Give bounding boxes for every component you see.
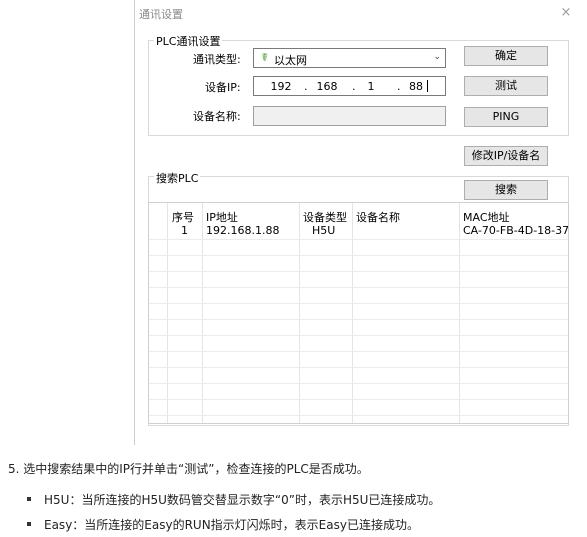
cell-ip[interactable]: 192.168.1.88 xyxy=(206,224,279,237)
row-divider xyxy=(149,255,568,256)
row-divider xyxy=(149,287,568,288)
plc-settings-group-label: PLC通讯设置 xyxy=(154,33,223,49)
ip-dot: . xyxy=(397,80,401,93)
bullet-marker xyxy=(27,522,31,526)
row-divider xyxy=(149,415,568,416)
bullet-marker xyxy=(27,497,31,501)
device-name-field[interactable] xyxy=(253,106,446,126)
row-divider xyxy=(149,319,568,320)
row-divider xyxy=(149,367,568,368)
ip-octet-4[interactable]: 88 xyxy=(402,80,430,93)
search-button[interactable]: 搜索 xyxy=(464,180,548,200)
column-divider xyxy=(352,203,353,423)
search-results-table[interactable]: 序号 IP地址 设备类型 设备名称 MAC地址 1 192.168.1.88 H… xyxy=(148,202,569,424)
column-divider xyxy=(459,203,460,423)
ip-octet-2[interactable]: 168 xyxy=(313,80,341,93)
cell-mac[interactable]: CA-70-FB-4D-18-37 xyxy=(463,224,568,237)
column-divider xyxy=(202,203,203,423)
row-divider xyxy=(149,399,568,400)
row-divider xyxy=(149,271,568,272)
ip-dot: . xyxy=(304,80,308,93)
dialog-titlebar[interactable]: 通讯设置 × xyxy=(135,0,582,28)
column-header-device-name[interactable]: 设备名称 xyxy=(356,209,400,225)
test-button[interactable]: 测试 xyxy=(464,76,548,96)
cell-device-type[interactable]: H5U xyxy=(312,224,335,237)
device-ip-field[interactable]: 192 . 168 . 1 . 88 xyxy=(253,76,446,96)
ok-button[interactable]: 确定 xyxy=(464,46,548,66)
comm-settings-dialog: 通讯设置 × PLC通讯设置 通讯类型: ☤ 以太网 ⌄ 设备IP: 192 .… xyxy=(134,0,581,445)
close-icon[interactable]: × xyxy=(556,3,576,23)
network-icon: ☤ xyxy=(261,51,269,64)
bullet-easy: Easy：当所连接的Easy的RUN指示灯闪烁时，表示Easy已连接成功。 xyxy=(44,518,419,532)
column-header-mac[interactable]: MAC地址 xyxy=(463,209,510,225)
row-divider xyxy=(149,335,568,336)
ping-button[interactable]: PING xyxy=(464,107,548,127)
text-caret xyxy=(427,80,428,92)
chevron-down-icon[interactable]: ⌄ xyxy=(433,52,441,62)
search-plc-group-label: 搜索PLC xyxy=(154,170,201,186)
column-divider xyxy=(167,203,168,423)
ip-octet-3[interactable]: 1 xyxy=(357,80,385,93)
row-divider xyxy=(149,303,568,304)
bullet-h5u: H5U：当所连接的H5U数码管交替显示数字“0”时，表示H5U已连接成功。 xyxy=(44,493,441,507)
column-header-ip[interactable]: IP地址 xyxy=(206,209,238,225)
row-divider xyxy=(149,239,568,240)
step-instruction: 5. 选中搜索结果中的IP行并单击“测试”，检查连接的PLC是否成功。 xyxy=(8,462,369,476)
modify-ip-name-button[interactable]: 修改IP/设备名 xyxy=(464,146,548,166)
device-ip-label: 设备IP: xyxy=(205,81,241,94)
comm-type-select[interactable]: ☤ 以太网 ⌄ xyxy=(253,48,446,68)
row-divider xyxy=(149,351,568,352)
row-divider xyxy=(149,383,568,384)
comm-type-value: 以太网 xyxy=(274,54,307,67)
comm-type-label: 通讯类型: xyxy=(193,53,241,66)
column-header-device-type[interactable]: 设备类型 xyxy=(303,209,347,225)
ip-octet-1[interactable]: 192 xyxy=(267,80,295,93)
dialog-title: 通讯设置 xyxy=(139,8,183,21)
device-name-label: 设备名称: xyxy=(193,110,241,123)
column-header-index[interactable]: 序号 xyxy=(172,209,194,225)
cell-index[interactable]: 1 xyxy=(181,224,188,237)
ip-dot: . xyxy=(352,80,356,93)
column-divider xyxy=(299,203,300,423)
